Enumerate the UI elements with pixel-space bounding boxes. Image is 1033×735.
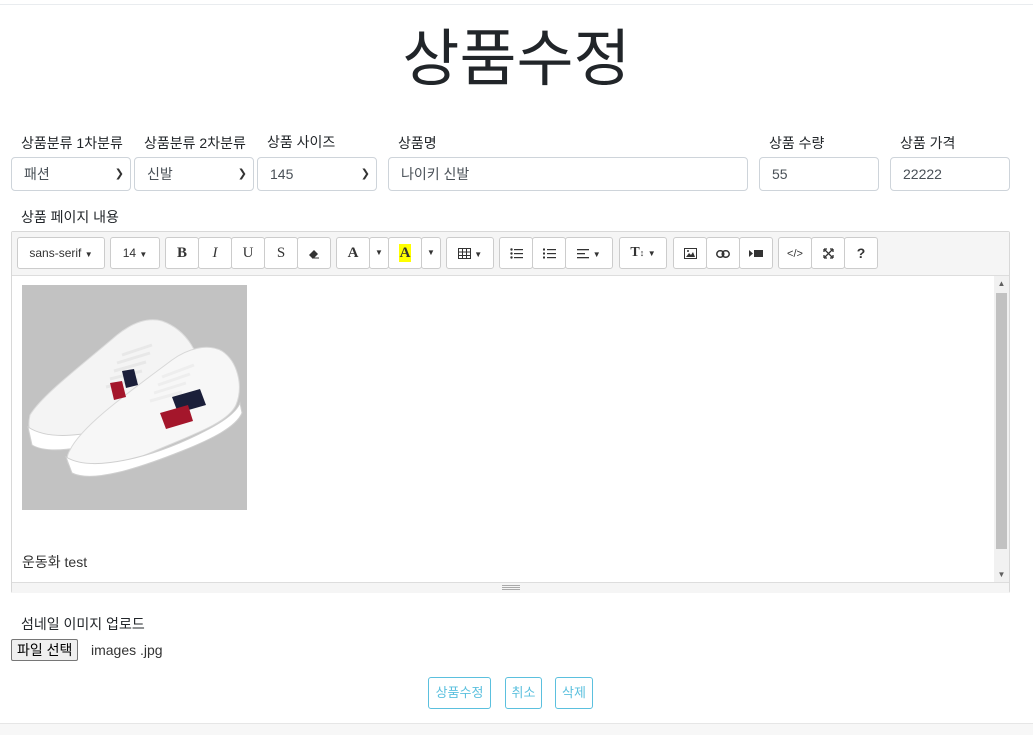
price-label: 상품 가격 <box>900 135 956 151</box>
bullet-list-icon <box>509 248 523 260</box>
category2-select[interactable]: 신발 ❯ <box>134 157 254 191</box>
highlight-icon: A <box>398 244 412 262</box>
product-image <box>22 285 247 510</box>
editor-body-text: 운동화 test <box>22 554 88 570</box>
caret-down-icon: ▼ <box>84 250 93 259</box>
bullet-list-button[interactable] <box>499 237 533 269</box>
product-name-value: 나이키 신발 <box>401 166 470 182</box>
underline-button[interactable]: U <box>231 237 265 269</box>
code-view-button[interactable]: </> <box>778 237 812 269</box>
chevron-down-icon: ❯ <box>360 168 370 180</box>
caret-down-icon: ▼ <box>427 248 435 257</box>
cancel-button[interactable]: 취소 <box>505 677 542 709</box>
strikethrough-icon: S <box>276 245 286 261</box>
delete-button[interactable]: 삭제 <box>555 677 593 709</box>
category2-label: 상품분류 2차분류 <box>144 135 246 151</box>
clear-format-button[interactable] <box>297 237 331 269</box>
top-divider <box>0 4 1033 5</box>
caret-down-icon: ▼ <box>592 250 601 259</box>
video-icon <box>749 250 763 258</box>
bold-button[interactable]: B <box>165 237 199 269</box>
text-height-icon: T <box>630 245 640 260</box>
editor-toolbar: sans-serif ▼ 14 ▼ B I U S A ▼ A ▼ ▼ ▼ T↕… <box>12 232 1009 276</box>
align-left-icon <box>577 248 590 259</box>
font-color-dropdown[interactable]: ▼ <box>369 237 389 269</box>
thumbnail-label: 섬네일 이미지 업로드 <box>21 616 145 632</box>
strikethrough-button[interactable]: S <box>264 237 298 269</box>
sneaker-image <box>22 285 247 510</box>
size-label: 상품 사이즈 <box>267 134 336 150</box>
eraser-icon <box>309 249 319 259</box>
editor-resize-bar[interactable] <box>12 582 1009 593</box>
caret-down-icon: ▼ <box>375 248 383 257</box>
scroll-up-icon[interactable]: ▲ <box>994 279 1009 288</box>
category1-value: 패션 <box>24 166 50 182</box>
table-dropdown[interactable]: ▼ <box>446 237 494 269</box>
product-name-label: 상품명 <box>398 135 437 151</box>
quantity-input[interactable]: 55 <box>759 157 879 191</box>
font-color-button[interactable]: A <box>336 237 370 269</box>
font-size-dropdown[interactable]: 14 ▼ <box>110 237 160 269</box>
paragraph-align-dropdown[interactable]: ▼ <box>565 237 613 269</box>
help-button[interactable]: ? <box>844 237 878 269</box>
category2-value: 신발 <box>147 166 173 182</box>
italic-button[interactable]: I <box>198 237 232 269</box>
category1-label: 상품분류 1차분류 <box>21 135 123 151</box>
help-icon: ? <box>856 245 866 261</box>
product-name-input[interactable]: 나이키 신발 <box>388 157 748 191</box>
image-icon <box>683 248 697 260</box>
highlight-button[interactable]: A <box>388 237 422 269</box>
price-input[interactable]: 22222 <box>890 157 1010 191</box>
size-value: 145 <box>270 166 294 182</box>
caret-down-icon: ▼ <box>647 249 656 258</box>
bold-icon: B <box>176 245 187 261</box>
underline-icon: U <box>242 245 254 261</box>
scroll-down-icon[interactable]: ▼ <box>994 570 1009 579</box>
numbered-list-icon <box>542 248 556 259</box>
quantity-label: 상품 수량 <box>769 135 825 151</box>
fullscreen-icon <box>822 248 834 259</box>
footer-band <box>0 723 1033 735</box>
chevron-down-icon: ❯ <box>237 168 247 180</box>
size-select[interactable]: 145 ❯ <box>257 157 377 191</box>
italic-icon: I <box>212 245 218 261</box>
update-product-button[interactable]: 상품수정 <box>428 677 491 709</box>
price-value: 22222 <box>903 166 942 182</box>
link-icon <box>716 249 730 258</box>
insert-image-button[interactable] <box>673 237 707 269</box>
insert-video-button[interactable] <box>739 237 773 269</box>
insert-link-button[interactable] <box>706 237 740 269</box>
editor-scrollbar[interactable]: ▲ ▼ <box>994 276 1009 582</box>
numbered-list-button[interactable] <box>532 237 566 269</box>
editor-label: 상품 페이지 내용 <box>21 209 119 225</box>
arrows-vertical-icon: ↕ <box>639 248 645 258</box>
line-height-dropdown[interactable]: T↕ ▼ <box>619 237 667 269</box>
font-family-value: sans-serif <box>29 246 82 260</box>
code-icon: </> <box>787 248 803 260</box>
quantity-value: 55 <box>772 166 788 182</box>
fullscreen-button[interactable] <box>811 237 845 269</box>
resize-grip-icon[interactable] <box>502 585 520 590</box>
file-select-button[interactable]: 파일 선택 <box>11 639 79 661</box>
font-size-value: 14 <box>122 246 137 260</box>
font-color-icon: A <box>347 245 359 261</box>
caret-down-icon: ▼ <box>474 250 483 259</box>
table-icon <box>457 248 471 260</box>
chevron-down-icon: ❯ <box>114 168 124 180</box>
category1-select[interactable]: 패션 ❯ <box>11 157 131 191</box>
font-family-dropdown[interactable]: sans-serif ▼ <box>17 237 105 269</box>
caret-down-icon: ▼ <box>139 250 148 259</box>
highlight-dropdown[interactable]: ▼ <box>421 237 441 269</box>
page-title: 상품수정 <box>402 25 631 94</box>
rich-text-editor: sans-serif ▼ 14 ▼ B I U S A ▼ A ▼ ▼ ▼ T↕… <box>11 231 1010 593</box>
editor-content-area[interactable]: 운동화 test ▲ ▼ <box>12 276 1009 582</box>
scrollbar-thumb[interactable] <box>996 293 1007 549</box>
selected-file-name: images .jpg <box>91 642 163 658</box>
